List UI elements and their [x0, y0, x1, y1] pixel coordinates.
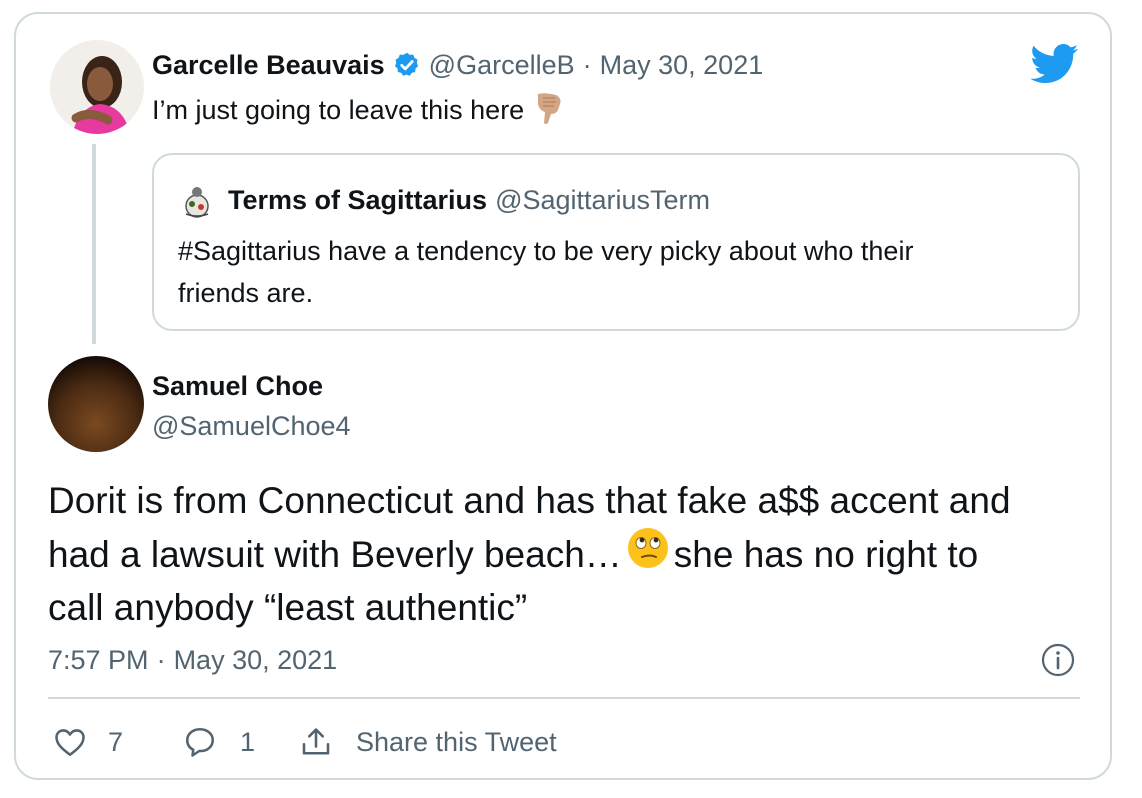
thread-connector-line	[92, 144, 96, 344]
parent-author-name[interactable]: Garcelle Beauvais	[152, 50, 385, 81]
action-divider	[48, 697, 1080, 699]
share-label: Share this Tweet	[356, 726, 557, 757]
quoted-tweet-text-line2: friends are.	[178, 278, 314, 308]
info-icon[interactable]	[1040, 642, 1076, 683]
share-upload-icon	[298, 724, 334, 760]
heart-icon	[52, 724, 88, 760]
sagittarius-avatar[interactable]	[178, 182, 216, 220]
like-count: 7	[108, 726, 124, 757]
like-button[interactable]: 7	[52, 722, 123, 762]
face-with-rolling-eyes-icon	[626, 526, 670, 583]
reply-bubble-icon	[182, 724, 218, 760]
main-author-name[interactable]: Samuel Choe	[152, 366, 351, 406]
reply-count: 1	[240, 726, 256, 757]
parent-author-handle[interactable]: @GarcelleB	[429, 50, 575, 81]
parent-date[interactable]: May 30, 2021	[600, 50, 764, 81]
main-tweet-text-line2a: had a lawsuit with Beverly beach…	[48, 533, 622, 575]
twitter-bird-icon[interactable]	[1030, 44, 1080, 89]
tweet-date[interactable]: May 30, 2021	[174, 645, 338, 676]
parent-tweet-text: I’m just going to leave this here	[152, 94, 525, 125]
quoted-tweet-text-line1: #Sagittarius have a tendency to be very …	[178, 236, 914, 266]
garcelle-avatar[interactable]	[50, 40, 144, 134]
tweet-time-separator: ·	[156, 644, 166, 675]
reply-button[interactable]: 1	[182, 722, 255, 762]
main-author-handle[interactable]: @SamuelChoe4	[152, 406, 351, 446]
quoted-author-handle[interactable]: @SagittariusTerm	[495, 185, 710, 216]
main-tweet-text-line1: Dorit is from Connecticut and has that f…	[48, 480, 1011, 521]
verified-badge-icon	[393, 51, 421, 79]
main-tweet-text-line2b: she has no right to	[673, 533, 979, 575]
backhand-index-pointing-down-icon	[534, 90, 564, 131]
main-tweet-text-line3: call anybody “least authentic”	[48, 587, 528, 628]
parent-separator: ·	[582, 49, 592, 80]
tweet-time[interactable]: 7:57 PM	[48, 645, 149, 676]
samuel-avatar[interactable]	[48, 356, 144, 452]
share-button[interactable]: Share this Tweet	[298, 722, 557, 762]
quoted-author-name[interactable]: Terms of Sagittarius	[228, 185, 487, 216]
